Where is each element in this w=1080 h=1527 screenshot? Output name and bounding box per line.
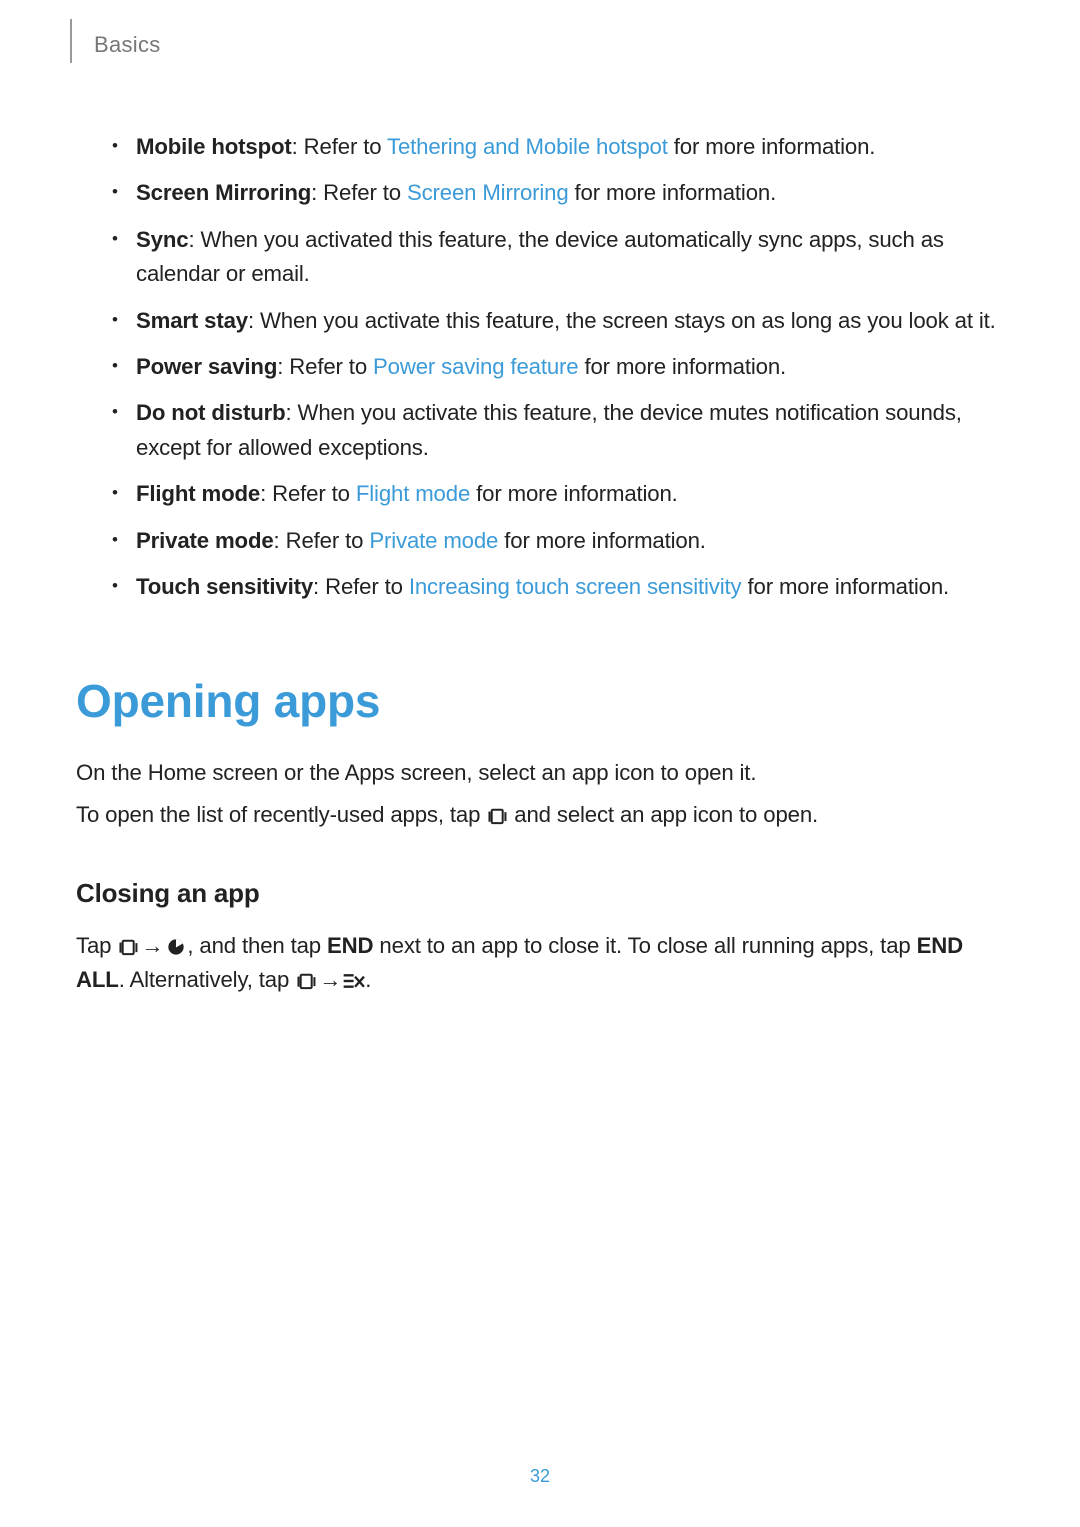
list-item: Power saving: Refer to Power saving feat… bbox=[106, 350, 1006, 384]
page-header: Basics bbox=[70, 30, 1010, 60]
section-title-opening-apps: Opening apps bbox=[76, 666, 1006, 737]
feature-title: Screen Mirroring bbox=[136, 180, 311, 205]
link-flight-mode[interactable]: Flight mode bbox=[356, 481, 470, 506]
link-screen-mirroring[interactable]: Screen Mirroring bbox=[407, 180, 569, 205]
text: To open the list of recently-used apps, … bbox=[76, 802, 486, 827]
page-content: Mobile hotspot: Refer to Tethering and M… bbox=[70, 60, 1010, 998]
feature-title: Power saving bbox=[136, 354, 277, 379]
feature-text: : Refer to bbox=[260, 481, 356, 506]
recent-apps-icon bbox=[295, 972, 317, 990]
text: . Alternatively, tap bbox=[119, 967, 296, 992]
text: . bbox=[365, 967, 371, 992]
recent-apps-icon bbox=[486, 807, 508, 825]
feature-text: : Refer to bbox=[277, 354, 373, 379]
feature-title: Sync bbox=[136, 227, 188, 252]
list-item: Mobile hotspot: Refer to Tethering and M… bbox=[106, 130, 1006, 164]
subsection-title-closing-an-app: Closing an app bbox=[76, 873, 1006, 913]
list-item: Screen Mirroring: Refer to Screen Mirror… bbox=[106, 176, 1006, 210]
feature-text: for more information. bbox=[578, 354, 786, 379]
text: and select an app icon to open. bbox=[508, 802, 818, 827]
feature-title: Flight mode bbox=[136, 481, 260, 506]
feature-title: Do not disturb bbox=[136, 400, 286, 425]
feature-text: : Refer to bbox=[292, 134, 387, 159]
feature-text: for more information. bbox=[668, 134, 876, 159]
feature-text: : Refer to bbox=[274, 528, 370, 553]
header-divider bbox=[70, 19, 72, 63]
feature-list: Mobile hotspot: Refer to Tethering and M… bbox=[76, 130, 1006, 604]
text: Tap bbox=[76, 933, 117, 958]
arrow-icon: → bbox=[317, 963, 343, 997]
end-label: END bbox=[327, 933, 373, 958]
text: , and then tap bbox=[187, 933, 327, 958]
list-item: Private mode: Refer to Private mode for … bbox=[106, 524, 1006, 558]
link-power-saving[interactable]: Power saving feature bbox=[373, 354, 578, 379]
list-item: Touch sensitivity: Refer to Increasing t… bbox=[106, 570, 1006, 604]
feature-title: Smart stay bbox=[136, 308, 248, 333]
close-all-icon bbox=[343, 972, 365, 990]
link-tethering[interactable]: Tethering and Mobile hotspot bbox=[387, 134, 668, 159]
text: next to an app to close it. To close all… bbox=[373, 933, 916, 958]
paragraph: On the Home screen or the Apps screen, s… bbox=[76, 756, 1006, 790]
feature-text: for more information. bbox=[741, 574, 949, 599]
feature-title: Mobile hotspot bbox=[136, 134, 292, 159]
page-number: 32 bbox=[0, 1466, 1080, 1487]
recent-apps-icon bbox=[117, 938, 139, 956]
list-item: Smart stay: When you activate this featu… bbox=[106, 304, 1006, 338]
task-manager-icon bbox=[165, 938, 187, 956]
page: Basics Mobile hotspot: Refer to Tetherin… bbox=[0, 0, 1080, 1527]
arrow-icon: → bbox=[139, 929, 165, 963]
feature-title: Touch sensitivity bbox=[136, 574, 313, 599]
feature-text: : Refer to bbox=[313, 574, 409, 599]
feature-text: for more information. bbox=[498, 528, 706, 553]
feature-text: : Refer to bbox=[311, 180, 407, 205]
link-private-mode[interactable]: Private mode bbox=[369, 528, 498, 553]
list-item: Do not disturb: When you activate this f… bbox=[106, 396, 1006, 465]
header-section-label: Basics bbox=[94, 32, 161, 58]
list-item: Sync: When you activated this feature, t… bbox=[106, 223, 1006, 292]
feature-text: : When you activate this feature, the sc… bbox=[248, 308, 996, 333]
feature-text: for more information. bbox=[470, 481, 678, 506]
paragraph: To open the list of recently-used apps, … bbox=[76, 798, 1006, 832]
paragraph: Tap → , and then tap END next to an app … bbox=[76, 929, 1006, 998]
feature-title: Private mode bbox=[136, 528, 274, 553]
feature-text: : When you activated this feature, the d… bbox=[136, 227, 944, 286]
link-touch-sensitivity[interactable]: Increasing touch screen sensitivity bbox=[409, 574, 742, 599]
feature-text: for more information. bbox=[569, 180, 777, 205]
list-item: Flight mode: Refer to Flight mode for mo… bbox=[106, 477, 1006, 511]
